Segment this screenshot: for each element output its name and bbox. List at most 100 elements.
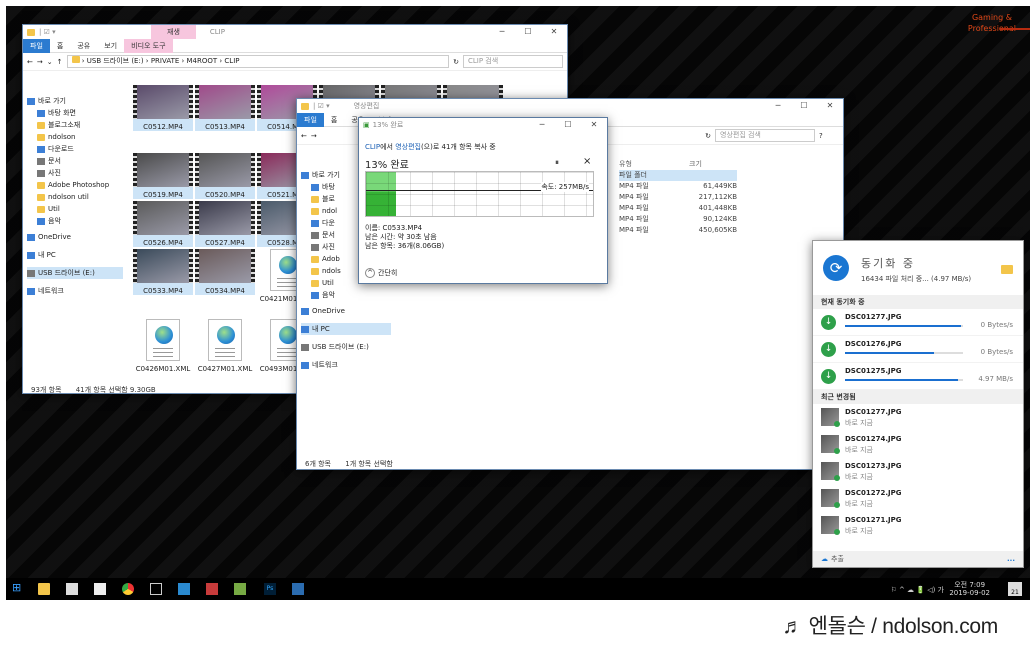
maximize-button[interactable]: ☐	[515, 25, 541, 39]
file-tile[interactable]: C0512.MP4	[133, 85, 193, 131]
dialog-title-bar[interactable]: ▣ 13% 완료 ─ ☐ ✕	[359, 118, 607, 132]
cancel-button[interactable]: ×	[583, 156, 591, 167]
file-tile[interactable]: C0526.MP4	[133, 201, 193, 247]
source-link[interactable]: CLIP	[365, 143, 380, 151]
refresh-icon[interactable]: ↻	[453, 58, 459, 66]
start-icon[interactable]: ⊞	[12, 581, 24, 594]
file-tile[interactable]: C0527.MP4	[195, 201, 255, 247]
minimize-button[interactable]: ─	[529, 118, 555, 132]
nav-onedrive[interactable]: OneDrive	[301, 305, 391, 317]
breadcrumb-m4root[interactable]: M4ROOT	[187, 57, 218, 65]
app-icon[interactable]	[206, 583, 218, 595]
store-icon[interactable]	[66, 583, 78, 595]
path-box[interactable]: › USB 드라이브 (E:) › PRIVATE › M4ROOT › CLI…	[66, 55, 450, 68]
nav-onedrive[interactable]: OneDrive	[27, 231, 123, 243]
nav-network[interactable]: 네트워크	[301, 359, 391, 371]
title-bar[interactable]: | ☑ ▾ 영상편집 ─ ☐ ✕	[297, 99, 843, 113]
nav-desktop[interactable]: 바탕 화면	[27, 107, 123, 119]
row-type[interactable]: 파일 폴더	[619, 170, 689, 181]
tab-video-tools[interactable]: 비디오 도구	[124, 38, 173, 53]
title-bar[interactable]: | ☑ ▾ 재생 CLIP ─ ☐ ✕	[23, 25, 567, 39]
nav-usb-drive[interactable]: USB 드라이브 (E:)	[301, 341, 391, 353]
refresh-icon[interactable]: ↻	[705, 132, 711, 140]
forward-icon[interactable]: →	[37, 58, 43, 66]
row-type[interactable]: MP4 파일	[619, 203, 689, 214]
file-tile[interactable]: C0427M01.XML	[195, 319, 255, 373]
file-explorer-icon[interactable]	[38, 583, 50, 595]
row-size[interactable]: 401,448KB	[689, 203, 737, 214]
tab-view[interactable]: 보기	[97, 39, 124, 53]
nav-util[interactable]: Util	[27, 203, 123, 215]
forward-icon[interactable]: →	[311, 132, 317, 140]
tab-home[interactable]: 홈	[324, 113, 344, 127]
nav-documents[interactable]: 문서	[27, 155, 123, 167]
chevron-down-icon[interactable]: ⌄	[47, 58, 53, 66]
column-header-size[interactable]: 크기	[689, 159, 737, 170]
row-size[interactable]: 90,124KB	[689, 214, 737, 225]
app-icon[interactable]	[292, 583, 304, 595]
minimize-button[interactable]: ─	[765, 99, 791, 113]
onedrive-sync-panel[interactable]: ⟳ 동기화 중 16434 파일 처리 중... (4.97 MB/s) 현재 …	[812, 240, 1024, 568]
close-button[interactable]: ✕	[817, 99, 843, 113]
file-tile[interactable]: C0533.MP4	[133, 249, 193, 295]
search-input[interactable]: CLIP 검색	[463, 55, 563, 68]
pause-button[interactable]: ⏸	[555, 158, 559, 168]
close-button[interactable]: ✕	[541, 25, 567, 39]
row-type[interactable]: MP4 파일	[619, 214, 689, 225]
row-type[interactable]: MP4 파일	[619, 225, 689, 236]
sync-file-item[interactable]: ↓ DSC01276.JPG 0 Bytes/s	[813, 336, 1023, 363]
nav-downloads[interactable]: 다운로드	[27, 143, 123, 155]
tab-home[interactable]: 홈	[50, 39, 70, 53]
more-options-icon[interactable]: ...	[1007, 555, 1015, 563]
app-icon[interactable]	[150, 583, 162, 595]
breadcrumb-private[interactable]: PRIVATE	[151, 57, 179, 65]
row-type[interactable]: MP4 파일	[619, 181, 689, 192]
copy-progress-dialog[interactable]: ▣ 13% 완료 ─ ☐ ✕ CLIP에서 영상편집(으)로 41개 항목 복사 중…	[358, 117, 608, 284]
recent-file-item[interactable]: DSC01271.JPG 바로 지금	[813, 512, 1023, 539]
minimize-button[interactable]: ─	[489, 25, 515, 39]
paint-icon[interactable]	[234, 583, 246, 595]
destination-link[interactable]: 영상편집	[395, 143, 421, 151]
up-icon[interactable]: ↑	[57, 58, 63, 66]
row-size[interactable]	[689, 170, 737, 181]
maximize-button[interactable]: ☐	[791, 99, 817, 113]
close-button[interactable]: ✕	[581, 118, 607, 132]
tab-share[interactable]: 공유	[70, 39, 97, 53]
file-tile[interactable]: C0519.MP4	[133, 153, 193, 199]
sync-file-item[interactable]: ↓ DSC01275.JPG 4.97 MB/s	[813, 363, 1023, 390]
nav-photoshop[interactable]: Adobe Photoshop	[27, 179, 123, 191]
recent-file-item[interactable]: DSC01277.JPG 바로 지금	[813, 404, 1023, 431]
nav-pictures[interactable]: 사진	[27, 167, 123, 179]
photoshop-icon[interactable]: Ps	[264, 583, 276, 595]
nav-usb-drive[interactable]: USB 드라이브 (E:)	[27, 267, 123, 279]
nav-ndolson-util[interactable]: ndolson util	[27, 191, 123, 203]
file-tile[interactable]: C0520.MP4	[195, 153, 255, 199]
search-input[interactable]: 영상편집 검색	[715, 129, 815, 142]
file-tile[interactable]: C0534.MP4	[195, 249, 255, 295]
back-icon[interactable]: ←	[27, 58, 33, 66]
back-icon[interactable]: ←	[301, 132, 307, 140]
cloud-icon[interactable]: ☁	[821, 555, 828, 563]
quick-access-toolbar[interactable]: | ☑ ▾	[313, 102, 330, 110]
nav-music[interactable]: 음악	[301, 289, 391, 301]
tray-icons[interactable]: ⚐ ^ ☁ 🔋 ◁) 가	[890, 585, 944, 595]
row-type[interactable]: MP4 파일	[619, 192, 689, 203]
column-header-type[interactable]: 유형	[619, 159, 689, 170]
file-tile[interactable]: C0426M01.XML	[133, 319, 193, 373]
tab-file[interactable]: 파일	[297, 112, 324, 127]
row-size[interactable]: 450,605KB	[689, 225, 737, 236]
footer-label[interactable]: 추출	[831, 554, 844, 564]
sync-file-item[interactable]: ↓ DSC01277.JPG 0 Bytes/s	[813, 309, 1023, 336]
quick-access-toolbar[interactable]: | ☑ ▾	[39, 28, 99, 36]
photos-icon[interactable]	[178, 583, 190, 595]
recent-file-item[interactable]: DSC01274.JPG 바로 지금	[813, 431, 1023, 458]
folder-icon[interactable]	[1001, 265, 1013, 274]
nav-quick-access[interactable]: 바로 가기	[27, 95, 123, 107]
breadcrumb-usb[interactable]: USB 드라이브 (E:)	[87, 57, 144, 65]
breadcrumb-clip[interactable]: CLIP	[224, 57, 239, 65]
tab-file[interactable]: 파일	[23, 38, 50, 53]
nav-blog[interactable]: 블로그소재	[27, 119, 123, 131]
row-size[interactable]: 61,449KB	[689, 181, 737, 192]
notification-center-icon[interactable]: 21	[1008, 582, 1022, 596]
contextual-tab-play[interactable]: 재생	[151, 25, 196, 39]
